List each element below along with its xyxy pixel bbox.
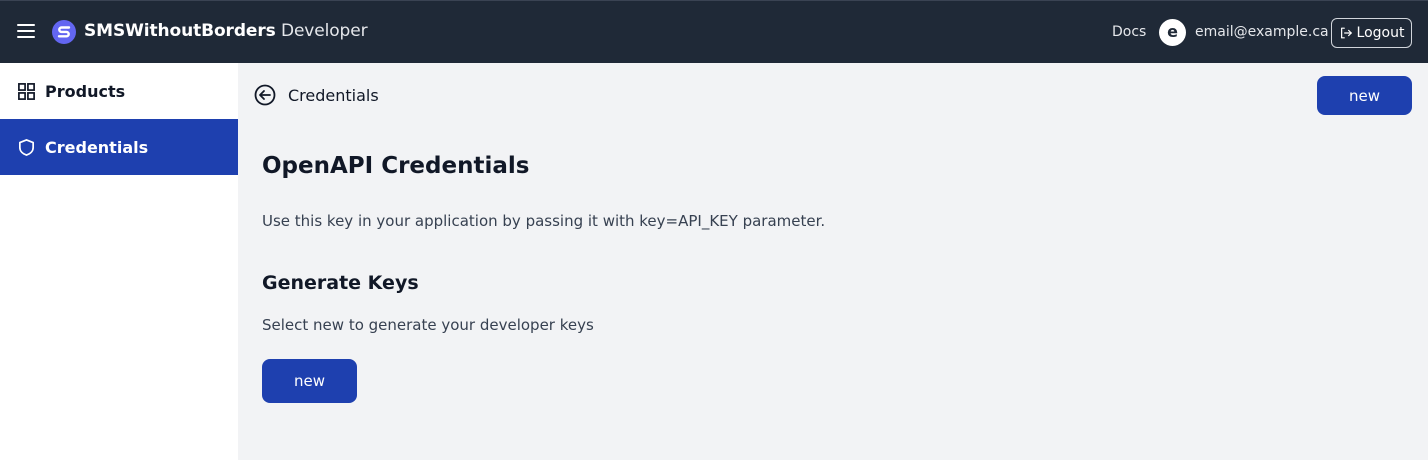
back-arrow-icon[interactable] (254, 84, 276, 106)
logout-label: Logout (1356, 25, 1405, 41)
sidebar-item-label: Products (45, 81, 126, 101)
avatar[interactable]: e (1159, 19, 1186, 46)
page-description: Use this key in your application by pass… (262, 212, 826, 230)
app-brand[interactable]: SMSWithoutBorders Developer (84, 21, 368, 41)
breadcrumb: Credentials (288, 86, 379, 105)
logout-button[interactable]: Logout (1331, 18, 1412, 48)
section-title: Generate Keys (262, 272, 419, 294)
main-content: Credentials new OpenAPI Credentials Use … (238, 63, 1428, 460)
grid-icon (18, 82, 35, 100)
docs-link[interactable]: Docs (1112, 24, 1146, 40)
user-email: email@example.ca (1195, 24, 1329, 40)
sidebar-item-credentials[interactable]: Credentials (0, 119, 238, 175)
top-navbar: SMSWithoutBorders Developer Docs e email… (0, 0, 1428, 63)
sidebar: Products Credentials (0, 63, 238, 460)
hamburger-icon[interactable] (17, 24, 35, 40)
shield-icon (18, 138, 35, 156)
brand-suffix: Developer (275, 21, 368, 41)
logo-icon (52, 20, 76, 44)
logout-icon (1340, 27, 1352, 39)
sidebar-item-label: Credentials (45, 137, 149, 157)
generate-keys-button[interactable]: new (262, 359, 357, 403)
brand-name: SMSWithoutBorders (84, 21, 276, 41)
section-text: Select new to generate your developer ke… (262, 316, 594, 334)
sidebar-item-products[interactable]: Products (0, 63, 238, 119)
page-title: OpenAPI Credentials (262, 153, 530, 179)
new-credential-button[interactable]: new (1317, 76, 1412, 115)
